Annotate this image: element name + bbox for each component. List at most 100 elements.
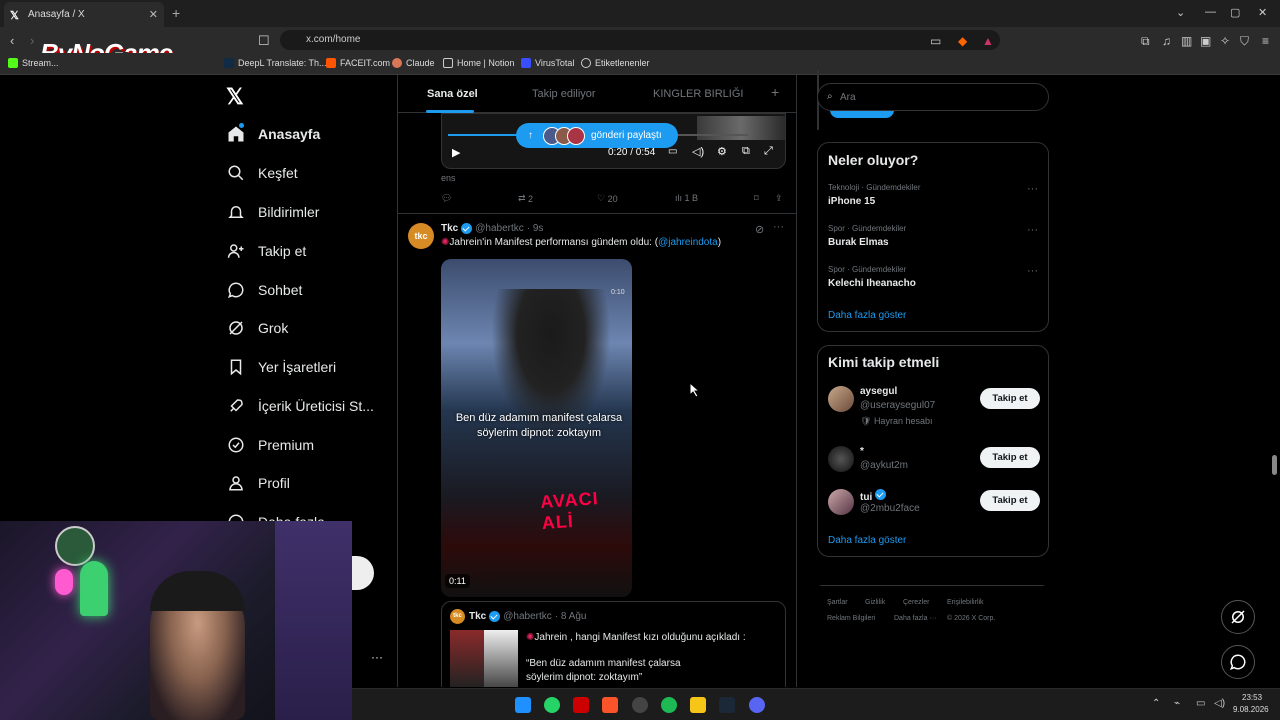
- maximize-icon[interactable]: ▢: [1230, 6, 1240, 19]
- footer-link[interactable]: Şartlar: [827, 599, 848, 606]
- new-tab-button[interactable]: +: [172, 5, 180, 21]
- author-name[interactable]: Tkc: [441, 223, 458, 234]
- pip-icon[interactable]: ⧉: [742, 145, 750, 158]
- steam-icon[interactable]: [719, 697, 735, 713]
- brave-icon[interactable]: [602, 697, 618, 713]
- tray-chevron-icon[interactable]: ⌃: [1152, 698, 1160, 709]
- sidebar-item-chat[interactable]: Sohbet: [226, 280, 302, 300]
- footer-link[interactable]: Erişilebilirlik: [947, 599, 984, 606]
- follow-name[interactable]: tui: [860, 489, 889, 503]
- sidebar-item-premium[interactable]: Premium: [226, 435, 314, 455]
- shared-post-pill[interactable]: ↑ gönderi paylaştı: [516, 123, 678, 148]
- account-more-icon[interactable]: ···: [371, 650, 383, 664]
- tab-for-you[interactable]: Sana özel: [427, 88, 478, 100]
- app-icon[interactable]: [573, 697, 589, 713]
- sidebar-item-profile[interactable]: Profil: [226, 473, 290, 493]
- monitor-icon[interactable]: ▭: [1196, 698, 1205, 709]
- tweet-video[interactable]: 0:10 Ben düz adamım manifest çalarsa söy…: [441, 259, 632, 597]
- footer-link[interactable]: Çerezler: [903, 599, 929, 606]
- follow-show-more[interactable]: Daha fazla göster: [828, 535, 906, 546]
- trend-name[interactable]: Burak Elmas: [828, 237, 889, 248]
- volume-icon[interactable]: ◁): [1214, 698, 1225, 709]
- network-icon[interactable]: ⌁: [1174, 698, 1180, 709]
- share-button[interactable]: ⇪: [775, 193, 783, 204]
- bookmark-item[interactable]: DeepL Translate: Th...: [224, 58, 327, 68]
- sidebar-item-grok[interactable]: Grok: [226, 318, 288, 338]
- brave-shield-icon[interactable]: ◆: [958, 34, 967, 48]
- sidebar-item-bookmarks[interactable]: Yer İşaretleri: [226, 357, 336, 377]
- footer-link[interactable]: Daha fazla ···: [894, 615, 936, 622]
- ai-icon[interactable]: ✧: [1220, 34, 1230, 48]
- follow-name[interactable]: aysegul: [860, 386, 897, 397]
- grok-icon[interactable]: ⊘: [755, 223, 764, 236]
- back-icon[interactable]: ‹: [10, 33, 14, 48]
- sidebar-item-explore[interactable]: Keşfet: [226, 163, 298, 183]
- bookmark-button[interactable]: ⌑: [754, 193, 759, 204]
- trends-show-more[interactable]: Daha fazla göster: [828, 310, 906, 321]
- add-tab-icon[interactable]: +: [771, 84, 779, 100]
- fullscreen-icon[interactable]: ⤢: [764, 145, 773, 158]
- author-handle[interactable]: @habertkc: [475, 223, 524, 234]
- sidebar-icon[interactable]: ▥: [1181, 34, 1192, 48]
- clock-time[interactable]: 23:53: [1242, 693, 1262, 702]
- cast-icon[interactable]: ▭: [930, 34, 941, 48]
- settings-icon[interactable]: ⚙: [717, 145, 727, 158]
- clock-date[interactable]: 9.08.2026: [1233, 705, 1269, 714]
- bookmark-item[interactable]: VirusTotal: [521, 58, 574, 68]
- avatar[interactable]: [828, 446, 854, 472]
- discord-icon[interactable]: [749, 697, 765, 713]
- url-input[interactable]: x.com/home: [280, 30, 1000, 50]
- rewards-icon[interactable]: ▲: [982, 34, 994, 48]
- like-button[interactable]: ♡ 20: [597, 193, 618, 204]
- tweet-time[interactable]: · 9s: [527, 223, 544, 234]
- start-icon[interactable]: [515, 697, 531, 713]
- extensions-icon[interactable]: ⧉: [1141, 34, 1150, 49]
- follow-button[interactable]: Takip et: [980, 490, 1040, 511]
- follow-button[interactable]: Takip et: [980, 447, 1040, 468]
- bookmark-item[interactable]: Claude: [392, 58, 435, 68]
- volume-icon[interactable]: ◁): [692, 145, 704, 158]
- sidebar-item-creator-studio[interactable]: İçerik Üreticisi St...: [226, 396, 374, 416]
- follow-button[interactable]: Takip et: [980, 388, 1040, 409]
- trend-more-icon[interactable]: ···: [1027, 265, 1038, 277]
- page-scrollbar[interactable]: [1272, 455, 1277, 475]
- retweet-button[interactable]: ⇄ 2: [518, 193, 533, 204]
- bookmark-item[interactable]: Etiketlenenler: [581, 58, 650, 68]
- tab-list[interactable]: KINGLER BIRLIĞI: [653, 88, 743, 100]
- x-home-logo-icon[interactable]: 𝕏: [226, 84, 244, 110]
- reply-button[interactable]: 💬︎: [441, 193, 452, 204]
- browser-tab[interactable]: 𝕏 Anasayfa / X ✕: [4, 2, 164, 27]
- more-options-icon[interactable]: ···: [773, 221, 784, 233]
- app-icon[interactable]: [632, 697, 648, 713]
- wallet-icon[interactable]: ▣: [1200, 34, 1211, 48]
- sidebar-item-follow[interactable]: Takip et: [226, 241, 306, 261]
- spotify-icon[interactable]: [661, 697, 677, 713]
- follow-name[interactable]: *: [860, 446, 864, 457]
- bookmark-item[interactable]: Stream...: [8, 58, 59, 68]
- trend-more-icon[interactable]: ···: [1027, 183, 1038, 195]
- close-tab-icon[interactable]: ✕: [149, 8, 158, 21]
- search-input[interactable]: ⌕ Ara: [817, 83, 1049, 111]
- vpn-icon[interactable]: ⛉: [1240, 34, 1249, 49]
- avatar[interactable]: [828, 386, 854, 412]
- footer-link[interactable]: Reklam Bilgileri: [827, 615, 875, 622]
- trend-name[interactable]: iPhone 15: [828, 196, 875, 207]
- bookmark-page-icon[interactable]: ☐: [258, 33, 270, 49]
- post-button[interactable]: [352, 556, 374, 590]
- views-button[interactable]: ılı 1 B: [675, 193, 698, 203]
- whatsapp-icon[interactable]: [544, 697, 560, 713]
- minimize-icon[interactable]: —: [1205, 6, 1216, 18]
- trend-more-icon[interactable]: ···: [1027, 224, 1038, 236]
- trend-name[interactable]: Kelechi Iheanacho: [828, 278, 916, 289]
- quoted-tweet[interactable]: tkc Tkc @habertkc · 8 Ağu ✺Jahrein , han…: [441, 601, 786, 687]
- bookmark-item[interactable]: FACEIT.com: [326, 58, 390, 68]
- bookmark-item[interactable]: Home | Notion: [443, 58, 514, 68]
- avatar[interactable]: tkc: [408, 223, 434, 249]
- tab-list-icon[interactable]: ⌄: [1176, 6, 1185, 19]
- forward-icon[interactable]: ›: [30, 33, 34, 48]
- captions-icon[interactable]: ▭: [668, 146, 677, 157]
- messages-fab-icon[interactable]: [1221, 645, 1255, 679]
- play-icon[interactable]: ▶: [452, 146, 460, 159]
- footer-link[interactable]: Gizlilik: [865, 599, 885, 606]
- avatar[interactable]: [828, 489, 854, 515]
